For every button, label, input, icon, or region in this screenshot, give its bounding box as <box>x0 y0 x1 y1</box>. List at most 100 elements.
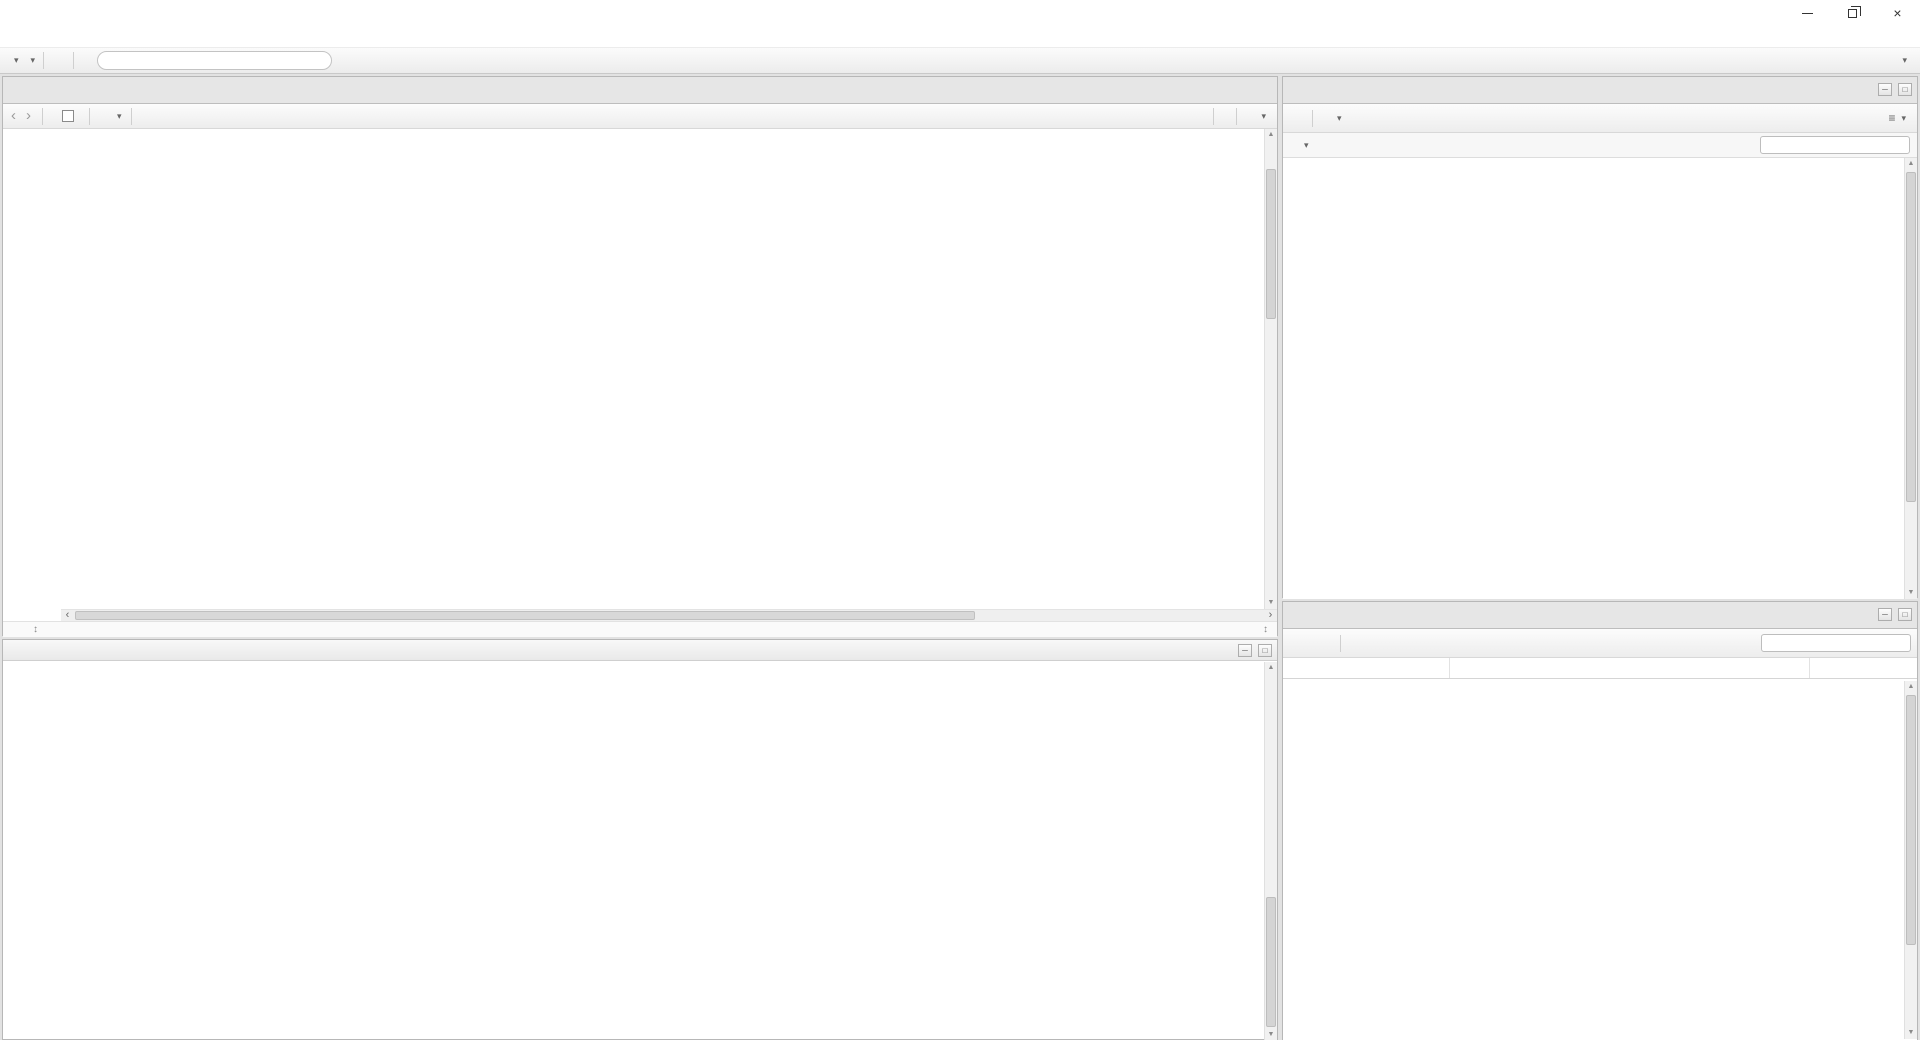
install-icon <box>1294 642 1298 644</box>
console-scrollbar[interactable]: ▲ ▼ <box>1264 662 1277 1040</box>
update-button[interactable] <box>1313 640 1331 646</box>
goto-file-box[interactable] <box>97 51 332 70</box>
print-icon[interactable] <box>82 60 86 62</box>
editor-vertical-scrollbar[interactable]: ▲ ▼ <box>1264 129 1277 609</box>
rerun-icon[interactable] <box>1223 115 1227 117</box>
scroll-down-icon[interactable]: ▼ <box>1265 597 1277 609</box>
doc-type-menu[interactable]: ↕ <box>1259 624 1268 635</box>
environment-toolbar: ▾ ≡ ▾ <box>1283 104 1917 133</box>
source-button[interactable]: ▾ <box>1246 109 1271 124</box>
project-icon <box>1890 60 1894 62</box>
environment-scrollbar[interactable]: ▲ ▼ <box>1904 158 1917 599</box>
environment-search-box[interactable] <box>1760 136 1910 154</box>
pkg-scroll-down-icon[interactable]: ▼ <box>1905 1027 1917 1039</box>
new-file-dropdown-icon[interactable]: ▾ <box>14 55 19 66</box>
refresh-environment-icon[interactable] <box>1363 117 1367 119</box>
goto-arrow-icon <box>106 60 110 62</box>
packages-toolbar <box>1283 629 1917 658</box>
new-file-icon[interactable] <box>7 60 11 62</box>
window-controls: × <box>1785 0 1920 26</box>
environment-object-list <box>1283 158 1917 599</box>
editor-tab-strip <box>3 77 1277 104</box>
console-scroll-thumb[interactable] <box>1266 897 1276 1027</box>
column-description[interactable] <box>1449 658 1809 678</box>
run-button[interactable] <box>1186 113 1204 119</box>
packages-scrollbar[interactable]: ▲ ▼ <box>1904 681 1917 1039</box>
code-editor[interactable]: ▲ ▼ <box>3 129 1277 609</box>
console-scroll-down-icon[interactable]: ▼ <box>1265 1029 1277 1040</box>
env-scroll-down-icon[interactable]: ▼ <box>1905 587 1917 599</box>
nav-forward-icon[interactable]: › <box>24 110 33 122</box>
environment-minimize-icon[interactable]: ─ <box>1878 83 1892 96</box>
environment-search-input[interactable] <box>1773 138 1905 152</box>
editor-toolbar: ‹ › ▾ <box>3 104 1277 129</box>
save-workspace-icon[interactable] <box>1299 117 1303 119</box>
list-icon: ≡ <box>1888 111 1895 125</box>
close-button[interactable]: × <box>1875 0 1920 26</box>
scroll-left-icon[interactable]: ‹ <box>61 610 74 621</box>
compile-notebook-icon[interactable] <box>141 115 145 117</box>
update-icon <box>1318 642 1322 644</box>
packages-list <box>1283 679 1917 1040</box>
packages-search-icon <box>1766 642 1770 644</box>
code-tools-dropdown-icon[interactable]: ▾ <box>117 111 122 122</box>
save-all-icon[interactable] <box>61 60 65 62</box>
console-maximize-icon[interactable]: □ <box>1258 644 1272 657</box>
scroll-up-icon[interactable]: ▲ <box>1265 129 1277 141</box>
editor-horizontal-scrollbar[interactable]: ‹ › <box>3 609 1277 621</box>
install-button[interactable] <box>1289 640 1307 646</box>
load-workspace-icon[interactable] <box>1289 117 1293 119</box>
packages-search-box[interactable] <box>1761 634 1911 652</box>
pkg-scroll-thumb[interactable] <box>1906 695 1916 945</box>
console-minimize-icon[interactable]: ─ <box>1238 644 1252 657</box>
clear-objects-icon[interactable] <box>1353 117 1357 119</box>
editor-scroll-thumb[interactable] <box>1266 169 1276 319</box>
rstudio-window: × ▾ ▾ ▾ ‹ › <box>0 0 1920 1040</box>
environment-pane: ─ □ ▾ ≡ ▾ <box>1282 76 1918 598</box>
source-on-save-checkbox[interactable] <box>62 110 74 122</box>
menu-bar <box>0 26 1920 48</box>
import-dataset-button[interactable]: ▾ <box>1322 111 1347 126</box>
console-pane: ─ □ ▲ ▼ <box>2 639 1278 1040</box>
open-in-new-window-icon[interactable] <box>23 649 27 651</box>
minimize-button[interactable] <box>1785 0 1830 26</box>
goto-file-input[interactable] <box>116 53 323 69</box>
save-icon[interactable] <box>52 60 56 62</box>
packages-minimize-icon[interactable]: ─ <box>1878 608 1892 621</box>
nav-back-icon[interactable]: ‹ <box>9 110 18 122</box>
env-scroll-up-icon[interactable]: ▲ <box>1905 158 1917 170</box>
packages-maximize-icon[interactable]: □ <box>1898 608 1912 621</box>
console-scroll-up-icon[interactable]: ▲ <box>1265 662 1277 674</box>
project-dropdown-icon: ▾ <box>1902 55 1907 66</box>
open-file-icon[interactable] <box>24 60 28 62</box>
open-file-dropdown-icon[interactable]: ▾ <box>31 55 36 66</box>
refresh-packages-icon[interactable] <box>1350 642 1354 644</box>
packages-tab-strip: ─ □ <box>1283 602 1917 629</box>
source-pane: ‹ › ▾ <box>2 76 1278 636</box>
console-output[interactable] <box>3 661 1277 667</box>
environment-search-icon <box>1765 144 1769 146</box>
console-header: ─ □ <box>3 640 1277 661</box>
scroll-right-icon[interactable]: › <box>1264 610 1277 621</box>
function-context-icon <box>21 629 25 631</box>
env-scroll-thumb[interactable] <box>1906 172 1916 502</box>
find-replace-icon[interactable] <box>99 115 103 117</box>
editor-hscroll-thumb[interactable] <box>75 611 975 620</box>
env-view-list-button[interactable]: ≡ ▾ <box>1883 109 1911 127</box>
main-toolbar: ▾ ▾ ▾ <box>0 48 1920 74</box>
function-context-menu[interactable]: ↕ <box>21 624 38 635</box>
environment-scope-bar: ▾ <box>1283 133 1917 158</box>
restore-button[interactable] <box>1830 0 1875 26</box>
save-source-icon[interactable] <box>52 115 56 117</box>
packages-column-headers <box>1283 658 1917 679</box>
code-tools-icon[interactable] <box>109 115 113 117</box>
source-dropdown-icon: ▾ <box>1261 111 1266 122</box>
context-updown-icon: ↕ <box>33 624 38 635</box>
environment-maximize-icon[interactable]: □ <box>1898 83 1912 96</box>
project-selector[interactable]: ▾ <box>1890 55 1913 66</box>
pkg-scroll-up-icon[interactable]: ▲ <box>1905 681 1917 693</box>
title-bar: × <box>0 0 1920 26</box>
packages-search-input[interactable] <box>1774 636 1906 650</box>
column-version[interactable] <box>1809 658 1887 678</box>
scope-dropdown-icon[interactable]: ▾ <box>1304 140 1309 151</box>
